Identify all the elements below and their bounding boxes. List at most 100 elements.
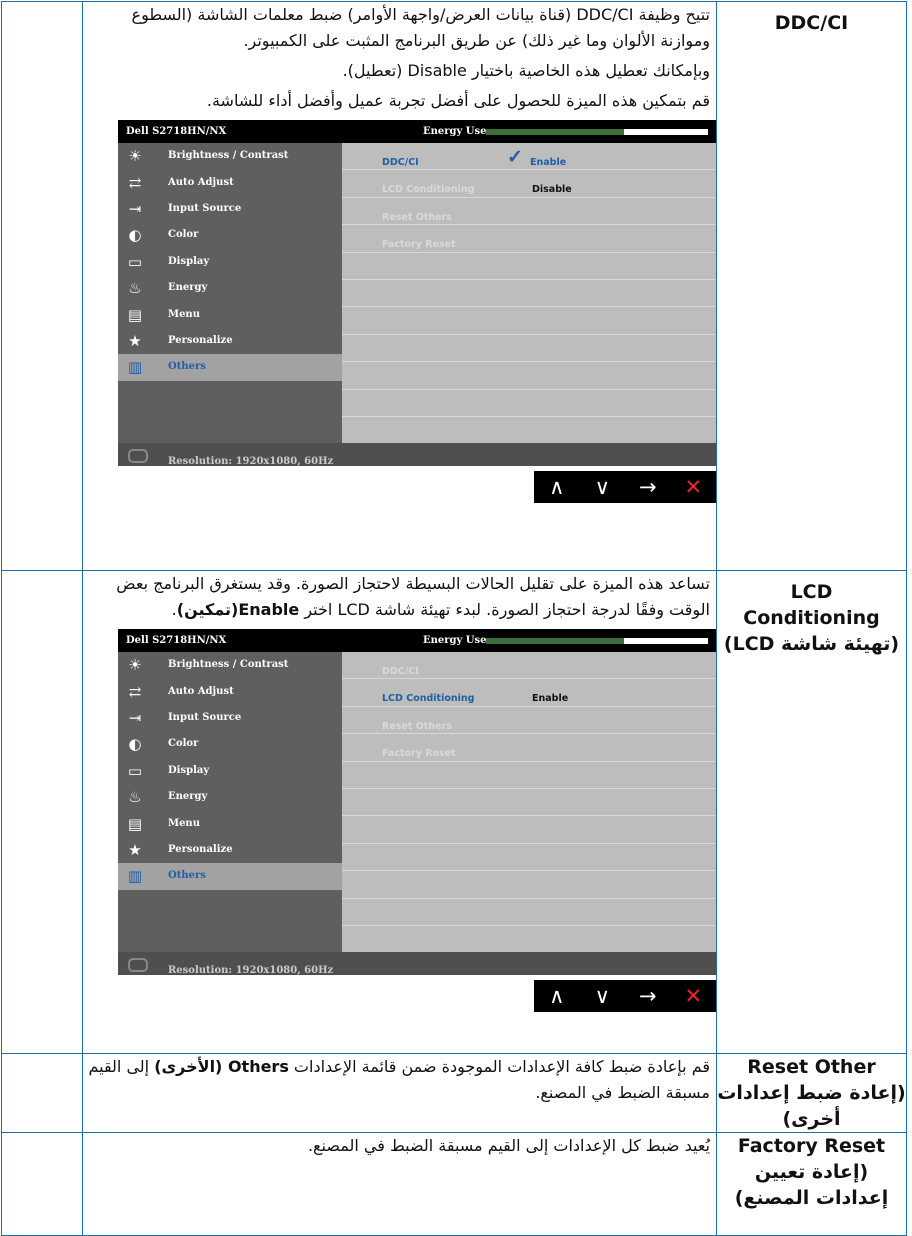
submenu-item[interactable]: LCD Conditioning Enable [342, 679, 716, 707]
empty-cell [1, 1053, 83, 1133]
others-icon: ▥ [127, 358, 143, 377]
feature-name: DDC/CI [774, 12, 849, 34]
osd-menu-label: Personalize [168, 843, 233, 855]
submenu-item[interactable]: Factory Reset [342, 225, 716, 253]
table-row: DDC/CI تتيح وظيفة DDC/CI (قناة بيانات ال… [1, 1, 907, 571]
paragraph-bold: Others (الأخرى) [154, 1057, 289, 1076]
submenu-row-empty [342, 762, 716, 789]
osd-menu-item[interactable]: ▭ Display [118, 249, 342, 275]
osd-menu-label: Display [168, 764, 210, 776]
submenu-row-empty [342, 390, 716, 417]
auto-adjust-icon: ⇄ [128, 173, 142, 192]
osd-menu-item[interactable]: ⇄ Auto Adjust [118, 169, 342, 195]
description-cell: تساعد هذه الميزة على تقليل الحالات البسي… [82, 570, 717, 1054]
close-icon[interactable]: ✕ [678, 983, 708, 1009]
osd-menu-label: Color [168, 738, 199, 750]
energy-use-fill [486, 128, 624, 135]
hdmi-icon [128, 958, 148, 972]
osd-menu-item[interactable]: ☀ Brightness / Contrast [118, 143, 342, 169]
osd-menu-label: Auto Adjust [168, 176, 234, 188]
osd-footer: Resolution: 1920x1080, 60Hz [118, 952, 716, 976]
down-icon[interactable]: ∨ [587, 983, 617, 1009]
feature-name: Factory Reset (إعادة تعيين إعدادات المصن… [734, 1135, 889, 1209]
osd-menu-item[interactable]: ◐ Color [118, 731, 342, 757]
paragraph: قم بإعادة ضبط كافة الإعدادات الموجودة ضم… [83, 1054, 716, 1106]
energy-use-bar [486, 637, 708, 644]
hdmi-icon [128, 449, 148, 463]
submenu-row-empty [342, 280, 716, 308]
description-cell: تتيح وظيفة DDC/CI (قناة بيانات العرض/واج… [82, 1, 717, 571]
empty-cell [1, 1, 83, 571]
osd-menu-item[interactable]: ♨ Energy [118, 275, 342, 301]
model-name: Dell S2718HN/NX [126, 634, 227, 646]
submenu-item[interactable]: DDC/CI [342, 652, 716, 680]
input-source-icon: ⇥ [128, 199, 142, 218]
osd-menu-item[interactable]: ▤ Menu [118, 301, 342, 327]
feature-cell: Factory Reset (إعادة تعيين إعدادات المصن… [716, 1132, 907, 1236]
auto-adjust-icon: ⇄ [128, 682, 142, 701]
control-bar: ∧ ∨ → ✕ [534, 980, 716, 1012]
osd-menu-item[interactable]: ◐ Color [118, 222, 342, 248]
osd-body: ☀ Brightness / Contrast ⇄ Auto Adjust ⇥ Input… [118, 143, 716, 445]
submenu-row-empty [342, 816, 716, 844]
input-source-icon: ⇥ [128, 708, 142, 727]
feature-cell: LCD Conditioning (تهيئة شاشة LCD) [716, 570, 907, 1054]
osd-menu-label: Auto Adjust [168, 685, 234, 697]
osd-menu-item[interactable]: ▥ Others [118, 354, 342, 381]
control-bar: ∧ ∨ → ✕ [534, 471, 716, 503]
osd-menu-item[interactable]: ▤ Menu [118, 810, 342, 836]
submenu-row-empty [342, 335, 716, 363]
paragraph: تتيح وظيفة DDC/CI (قناة بيانات العرض/واج… [131, 5, 710, 50]
feature-name: LCD Conditioning (تهيئة شاشة LCD) [717, 571, 906, 657]
down-icon[interactable]: ∨ [587, 474, 617, 500]
submenu-row-empty [342, 362, 716, 390]
osd-menu-label: Display [168, 255, 210, 267]
osd-main-menu: ☀ Brightness / Contrast ⇄ Auto Adjust ⇥ Input… [118, 143, 342, 443]
osd-header: Dell S2718HN/NX Energy Use [118, 629, 716, 652]
osd-body: ☀ Brightness / Contrast ⇄ Auto Adjust ⇥ Input… [118, 652, 716, 954]
submenu-row-empty [342, 926, 716, 954]
energy-icon: ♨ [128, 279, 142, 298]
osd-menu-label: Energy [168, 282, 208, 294]
submenu-item[interactable]: Reset Others [342, 707, 716, 735]
osd-menu-item[interactable]: ♨ Energy [118, 784, 342, 810]
right-arrow-icon[interactable]: → [633, 474, 663, 500]
display-icon: ▭ [127, 761, 143, 780]
osd-menu-item[interactable]: ⇥ Input Source [118, 196, 342, 222]
osd-menu-label: Others [168, 361, 206, 373]
osd-menu-item[interactable]: ⇥ Input Source [118, 705, 342, 731]
close-icon[interactable]: ✕ [678, 474, 708, 500]
paragraph: يُعيد ضبط كل الإعدادات إلى القيم مسبقة ا… [307, 1136, 710, 1155]
paragraph-bold: Enable(تمكين) [176, 600, 300, 619]
osd-menu-label: Personalize [168, 334, 233, 346]
empty-cell [1, 570, 83, 1054]
right-arrow-icon[interactable]: → [633, 983, 663, 1009]
submenu-row-empty [342, 899, 716, 926]
osd-submenu: DDC/CI ✓ Enable LCD Conditioning Disable… [342, 143, 716, 445]
osd-menu-item[interactable]: ▭ Display [118, 758, 342, 784]
osd-menu-label: Menu [168, 308, 200, 320]
osd-controls: ∧ ∨ → ✕ [118, 975, 716, 1013]
submenu-row-empty [342, 789, 716, 817]
up-icon[interactable]: ∧ [542, 983, 572, 1009]
osd-screenshot: Dell S2718HN/NX Energy Use ☀ Brightness /… [118, 120, 716, 504]
submenu-item[interactable]: LCD Conditioning Disable [342, 170, 716, 198]
empty-cell [1, 1132, 83, 1236]
osd-menu-item[interactable]: ⇄ Auto Adjust [118, 678, 342, 704]
osd-menu-item[interactable]: ▥ Others [118, 863, 342, 890]
osd-menu-label: Input Source [168, 711, 242, 723]
osd-menu-item[interactable]: ★ Personalize [118, 328, 342, 354]
osd-menu-label: Menu [168, 817, 200, 829]
submenu-row-empty [342, 307, 716, 335]
paragraph: قم بتمكين هذه الميزة للحصول على أفضل تجر… [206, 91, 710, 110]
osd-menu-label: Energy [168, 791, 208, 803]
paragraph-text: قم بإعادة ضبط كافة الإعدادات الموجودة ضم… [288, 1057, 710, 1076]
osd-menu-item[interactable]: ☀ Brightness / Contrast [118, 652, 342, 678]
osd-menu-item[interactable]: ★ Personalize [118, 837, 342, 863]
paragraph: تساعد هذه الميزة على تقليل الحالات البسي… [83, 571, 716, 623]
up-icon[interactable]: ∧ [542, 474, 572, 500]
submenu-item[interactable]: Reset Others [342, 198, 716, 226]
osd-submenu: DDC/CI LCD Conditioning Enable Reset Oth… [342, 652, 716, 954]
submenu-item[interactable]: Factory Reset [342, 734, 716, 762]
submenu-item[interactable]: DDC/CI ✓ Enable [342, 143, 716, 171]
